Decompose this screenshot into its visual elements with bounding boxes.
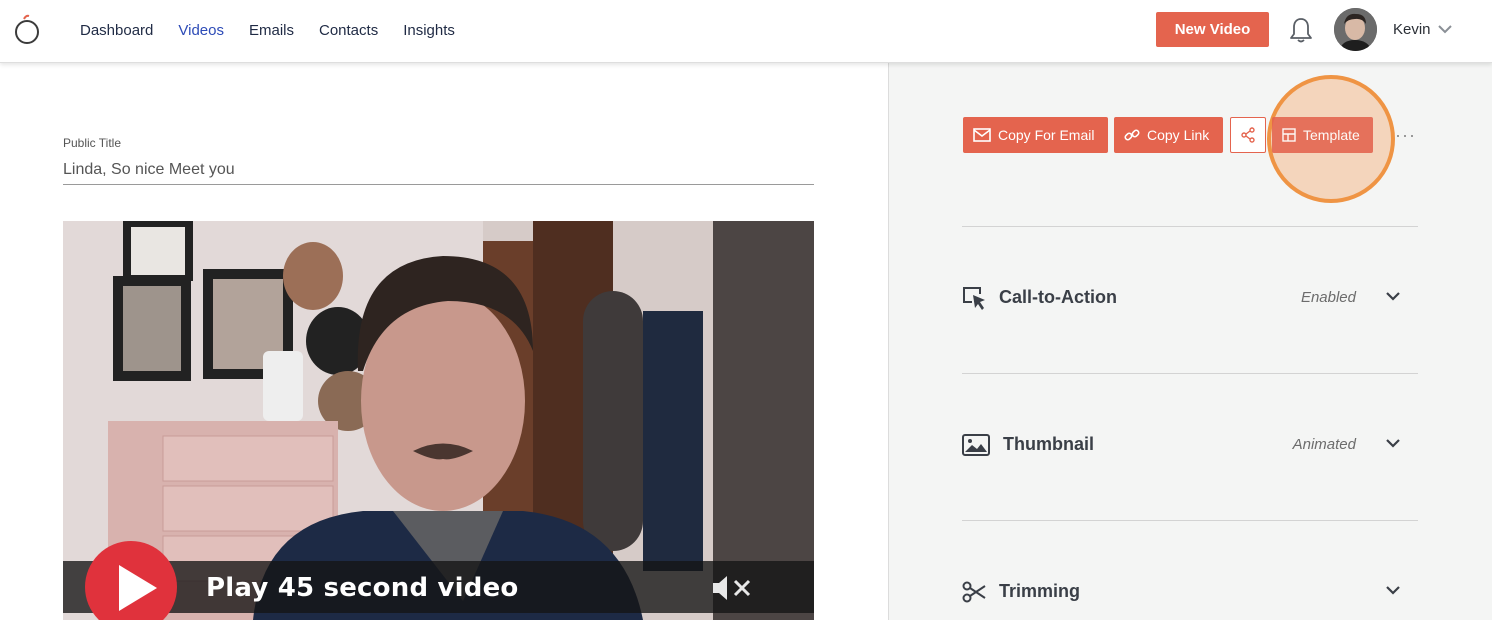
copy-link-label: Copy Link — [1147, 127, 1210, 143]
play-icon — [119, 565, 157, 611]
section-title: Trimming — [999, 581, 1081, 601]
section-status: Enabled — [1300, 289, 1356, 306]
chevron-down-icon[interactable] — [1437, 23, 1453, 35]
image-icon — [962, 434, 990, 456]
notification-bell-icon[interactable] — [1288, 16, 1314, 44]
user-avatar[interactable] — [1334, 8, 1377, 51]
copy-for-email-button[interactable]: Copy For Email — [963, 117, 1108, 153]
user-name[interactable]: Kevin — [1393, 21, 1431, 38]
main-nav: Dashboard Videos Emails Contacts Insight… — [80, 0, 480, 60]
public-title-label: Public Title — [63, 136, 122, 150]
share-icon — [1241, 127, 1255, 143]
section-status: Animated — [1292, 436, 1356, 453]
section-title: Thumbnail — [1003, 434, 1094, 454]
link-icon — [1124, 129, 1140, 141]
section-trimming[interactable]: Trimming — [962, 572, 1418, 612]
template-layout-icon — [1282, 128, 1296, 142]
copy-for-email-label: Copy For Email — [998, 127, 1095, 143]
chevron-down-icon[interactable] — [1385, 585, 1401, 596]
chevron-down-icon[interactable] — [1385, 438, 1401, 449]
more-options-icon[interactable]: ··· — [1395, 125, 1416, 146]
video-preview[interactable]: Play 45 second video — [63, 221, 814, 620]
nav-item-insights[interactable]: Insights — [403, 22, 455, 39]
chevron-down-icon[interactable] — [1385, 291, 1401, 302]
divider — [962, 226, 1418, 227]
envelope-icon — [973, 128, 991, 142]
divider — [962, 520, 1418, 521]
template-button[interactable]: Template — [1272, 117, 1373, 153]
muted-speaker-icon[interactable] — [709, 573, 755, 603]
share-button[interactable] — [1230, 117, 1266, 153]
public-title-input[interactable] — [63, 156, 814, 185]
cursor-click-icon — [963, 287, 985, 310]
scissors-icon — [962, 581, 986, 603]
section-title: Call-to-Action — [999, 287, 1117, 307]
new-video-button[interactable]: New Video — [1156, 12, 1269, 47]
nav-item-contacts[interactable]: Contacts — [319, 22, 378, 39]
play-video-label[interactable]: Play 45 second video — [206, 573, 518, 603]
template-label: Template — [1303, 127, 1360, 143]
section-call-to-action[interactable]: Call-to-Action Enabled — [962, 278, 1418, 318]
logo-icon[interactable] — [12, 14, 42, 46]
divider — [962, 373, 1418, 374]
top-navigation-bar: Dashboard Videos Emails Contacts Insight… — [0, 0, 1492, 63]
nav-item-dashboard[interactable]: Dashboard — [80, 22, 153, 39]
nav-item-videos[interactable]: Videos — [178, 22, 224, 39]
section-thumbnail[interactable]: Thumbnail Animated — [962, 425, 1418, 465]
video-settings-panel: Copy For Email Copy Link Template ··· Ca… — [888, 63, 1492, 620]
copy-link-button[interactable]: Copy Link — [1114, 117, 1223, 153]
nav-item-emails[interactable]: Emails — [249, 22, 294, 39]
play-button[interactable] — [85, 541, 177, 620]
